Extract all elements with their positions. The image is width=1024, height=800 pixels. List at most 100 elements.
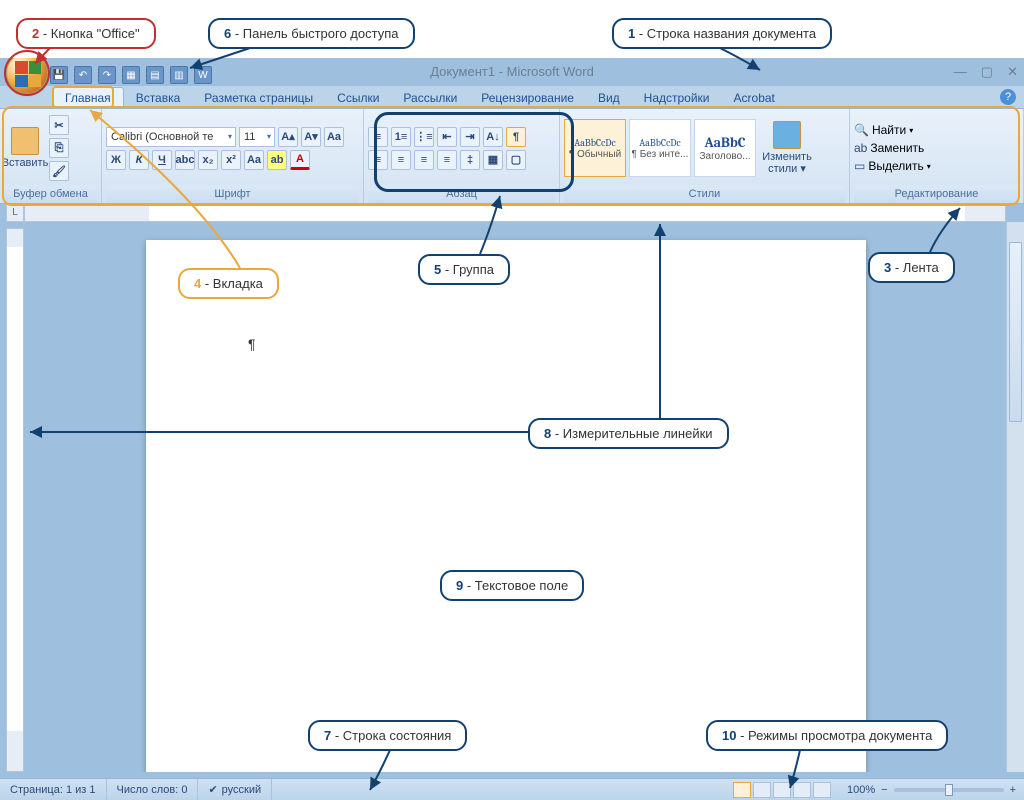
scroll-thumb[interactable] [1009, 242, 1022, 422]
qat-icon[interactable]: ▤ [146, 66, 164, 84]
change-styles-button[interactable]: Изменитьстили ▾ [759, 117, 815, 179]
document-area: ¶ [24, 222, 1006, 772]
status-page[interactable]: Страница: 1 из 1 [0, 779, 107, 800]
qat-icon[interactable]: ▥ [170, 66, 188, 84]
qat-icon[interactable]: W [194, 66, 212, 84]
line-spacing-icon[interactable]: ‡ [460, 150, 480, 170]
zoom-value[interactable]: 100% [847, 784, 875, 796]
align-right-icon[interactable]: ≡ [414, 150, 434, 170]
shading-icon[interactable]: ▦ [483, 150, 503, 170]
minimize-icon[interactable]: — [954, 64, 967, 80]
vertical-ruler[interactable] [6, 228, 24, 772]
zoom-slider[interactable] [894, 788, 1004, 792]
replace-button[interactable]: abЗаменить [854, 141, 931, 155]
callout-3: 3 - Лента [868, 252, 955, 283]
format-painter-icon[interactable]: 🖌 [49, 161, 69, 181]
group-label: Буфер обмена [4, 185, 97, 203]
status-language[interactable]: ✔русский [198, 779, 272, 800]
view-outline[interactable] [793, 782, 811, 798]
maximize-icon[interactable]: ▢ [981, 64, 993, 80]
view-print-layout[interactable] [733, 782, 751, 798]
tab-insert[interactable]: Вставка [124, 88, 193, 108]
spell-icon: ✔ [208, 783, 217, 796]
tab-view[interactable]: Вид [586, 88, 632, 108]
callout-8: 8 - Измерительные линейки [528, 418, 729, 449]
sort-icon[interactable]: A↓ [483, 127, 503, 147]
callout-9: 9 - Текстовое поле [440, 570, 584, 601]
tab-addins[interactable]: Надстройки [632, 88, 722, 108]
ruler-toggle-icon[interactable]: L [6, 204, 24, 222]
group-label: Стили [564, 185, 845, 203]
undo-icon[interactable]: ↶ [74, 66, 92, 84]
close-icon[interactable]: ✕ [1007, 64, 1018, 80]
shrink-font-icon[interactable]: A▾ [301, 127, 321, 147]
view-web[interactable] [773, 782, 791, 798]
indent-inc-icon[interactable]: ⇥ [460, 127, 480, 147]
vertical-scrollbar[interactable] [1006, 222, 1024, 772]
ribbon-tabs: Главная Вставка Разметка страницы Ссылки… [0, 86, 1024, 108]
italic-button[interactable]: К [129, 150, 149, 170]
group-label: Абзац [368, 185, 555, 203]
justify-icon[interactable]: ≡ [437, 150, 457, 170]
horizontal-ruler[interactable] [24, 204, 1006, 222]
grow-font-icon[interactable]: A▴ [278, 127, 298, 147]
view-modes [725, 782, 839, 798]
tab-acrobat[interactable]: Acrobat [722, 88, 787, 108]
clear-format-icon[interactable]: Aa [324, 127, 344, 147]
save-icon[interactable]: 💾 [50, 66, 68, 84]
bold-button[interactable]: Ж [106, 150, 126, 170]
quick-access-toolbar: 💾 ↶ ↷ ▦ ▤ ▥ W [50, 64, 212, 86]
view-fullscreen[interactable] [753, 782, 771, 798]
copy-icon[interactable]: ⎘ [49, 138, 69, 158]
group-paragraph: ≡ 1≡ ⋮≡ ⇤ ⇥ A↓ ¶ ≡ ≡ ≡ ≡ ‡ ▦ ▢ Абзац [364, 109, 560, 203]
window-controls: — ▢ ✕ [954, 64, 1018, 80]
subscript-icon[interactable]: x₂ [198, 150, 218, 170]
change-case-icon[interactable]: Aa [244, 150, 264, 170]
zoom-in-icon[interactable]: + [1010, 784, 1016, 796]
style-normal[interactable]: AaBbCcDc¶ Обычный [564, 119, 626, 177]
redo-icon[interactable]: ↷ [98, 66, 116, 84]
style-no-spacing[interactable]: AaBbCcDc¶ Без инте... [629, 119, 691, 177]
status-words[interactable]: Число слов: 0 [107, 779, 199, 800]
cut-icon[interactable]: ✂ [49, 115, 69, 135]
numbering-icon[interactable]: 1≡ [391, 127, 411, 147]
view-draft[interactable] [813, 782, 831, 798]
callout-1: 1 - Строка названия документа [612, 18, 832, 49]
zoom-out-icon[interactable]: − [881, 784, 887, 796]
align-center-icon[interactable]: ≡ [391, 150, 411, 170]
tab-references[interactable]: Ссылки [325, 88, 391, 108]
tab-mailings[interactable]: Рассылки [391, 88, 469, 108]
group-label: Редактирование [854, 185, 1019, 203]
paste-label: Вставить [2, 157, 49, 169]
font-size-combo[interactable]: 11 [239, 127, 275, 147]
borders-icon[interactable]: ▢ [506, 150, 526, 170]
bullets-icon[interactable]: ≡ [368, 127, 388, 147]
underline-button[interactable]: Ч [152, 150, 172, 170]
page[interactable]: ¶ [146, 240, 866, 772]
pilcrow-icon: ¶ [248, 336, 256, 352]
tab-review[interactable]: Рецензирование [469, 88, 586, 108]
office-button[interactable] [6, 52, 48, 94]
superscript-icon[interactable]: x² [221, 150, 241, 170]
font-family-combo[interactable]: Calibri (Основной те [106, 127, 236, 147]
zoom-control: 100% − + [839, 784, 1024, 796]
tab-home[interactable]: Главная [52, 87, 124, 108]
align-left-icon[interactable]: ≡ [368, 150, 388, 170]
paste-button[interactable]: Вставить [4, 117, 46, 179]
font-color-icon[interactable]: A [290, 150, 310, 170]
show-marks-icon[interactable]: ¶ [506, 127, 526, 147]
style-heading[interactable]: AaBbCЗаголово... [694, 119, 756, 177]
tab-page-layout[interactable]: Разметка страницы [192, 88, 325, 108]
find-button[interactable]: 🔍Найти▾ [854, 123, 931, 137]
paste-icon [11, 127, 39, 155]
group-font: Calibri (Основной те 11 A▴ A▾ Aa Ж К Ч a… [102, 109, 364, 203]
multilevel-icon[interactable]: ⋮≡ [414, 127, 434, 147]
help-icon[interactable]: ? [1000, 89, 1016, 105]
strike-button[interactable]: abc [175, 150, 195, 170]
group-styles: AaBbCcDc¶ Обычный AaBbCcDc¶ Без инте... … [560, 109, 850, 203]
indent-dec-icon[interactable]: ⇤ [437, 127, 457, 147]
callout-6: 6 - Панель быстрого доступа [208, 18, 415, 49]
qat-icon[interactable]: ▦ [122, 66, 140, 84]
highlight-color-icon[interactable]: ab [267, 150, 287, 170]
select-button[interactable]: ▭Выделить▾ [854, 159, 931, 173]
